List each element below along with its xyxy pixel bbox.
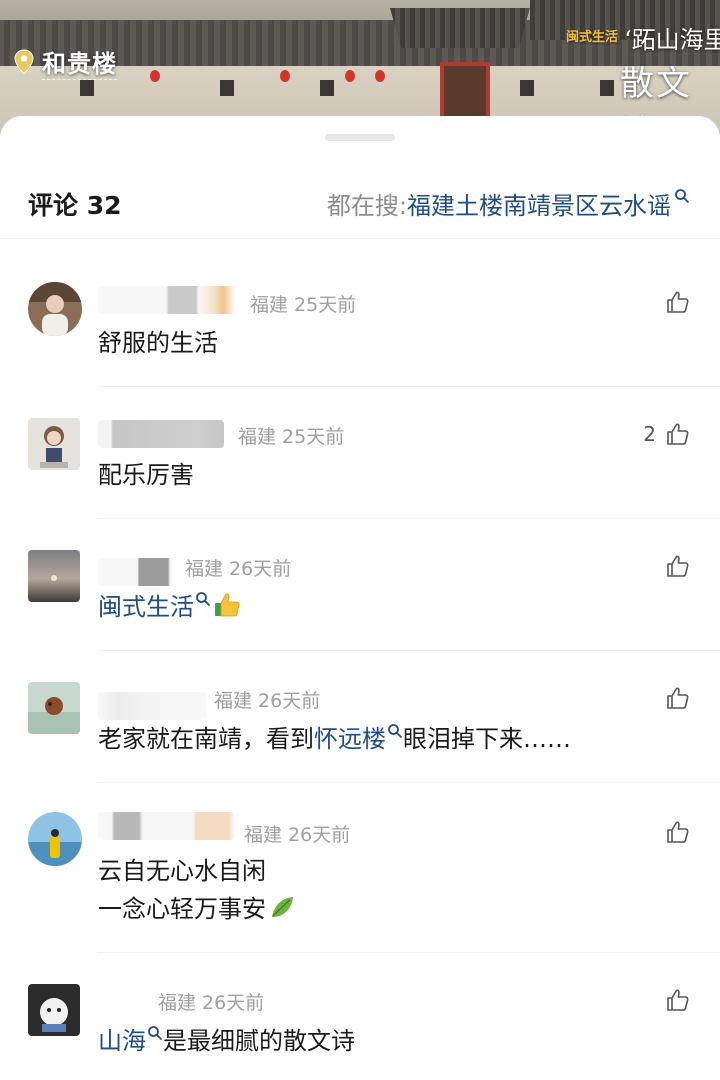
like-count: 2 bbox=[643, 422, 656, 446]
search-icon bbox=[388, 724, 402, 738]
thumbs-up-emoji bbox=[215, 593, 240, 617]
avatar[interactable] bbox=[28, 418, 80, 470]
username-blurred[interactable] bbox=[98, 692, 206, 720]
comment-header: 评论 32 都在搜: 福建土楼南靖景区云水谣 bbox=[0, 172, 720, 238]
username-blurred[interactable] bbox=[98, 420, 224, 448]
roof-shape bbox=[390, 8, 530, 48]
pin-icon bbox=[14, 49, 34, 75]
search-icon bbox=[196, 592, 210, 606]
comment-content: 一念心轻万事安 bbox=[98, 890, 296, 928]
comment-separator bbox=[98, 386, 720, 387]
username-blurred[interactable] bbox=[98, 812, 234, 840]
doorway bbox=[440, 62, 490, 122]
comment-text: 是最细腻的散文诗 bbox=[163, 1027, 355, 1055]
comment-separator bbox=[98, 518, 720, 519]
lantern bbox=[375, 70, 385, 82]
lantern bbox=[280, 70, 290, 82]
drag-handle[interactable] bbox=[325, 134, 395, 141]
like-button[interactable] bbox=[666, 820, 690, 844]
comment-meta: 福建 26天前 bbox=[158, 992, 265, 1014]
thumbs-up-icon bbox=[667, 821, 689, 843]
comment-text: 眼泪掉下来…… bbox=[403, 725, 571, 753]
window bbox=[80, 80, 94, 96]
comment-text: 老家就在南靖，看到 bbox=[98, 725, 314, 753]
lantern bbox=[345, 70, 355, 82]
username-blurred[interactable] bbox=[98, 286, 234, 314]
location-tag-label: 和贵楼 bbox=[42, 44, 117, 80]
leaf-emoji bbox=[272, 897, 293, 917]
avatar[interactable] bbox=[28, 550, 80, 602]
username-blurred[interactable] bbox=[98, 558, 174, 586]
comment-meta: 福建 25天前 bbox=[250, 294, 357, 316]
avatar-image bbox=[28, 682, 80, 734]
window bbox=[520, 80, 534, 96]
comment-text-line2: 一念心轻万事安 bbox=[98, 895, 266, 923]
header-divider bbox=[0, 238, 720, 239]
comment-content: 山海 是最细腻的散文诗 bbox=[98, 1022, 355, 1060]
comment-search-link[interactable]: 山海 bbox=[98, 1027, 146, 1055]
thumbs-up-icon bbox=[667, 989, 689, 1011]
thumbs-up-icon bbox=[667, 423, 689, 445]
search-icon bbox=[675, 188, 689, 203]
comment-separator bbox=[98, 782, 720, 783]
comment-meta: 福建 26天前 bbox=[185, 558, 292, 580]
window bbox=[600, 80, 614, 96]
search-icon bbox=[148, 1026, 162, 1040]
comment-search-link[interactable]: 闽式生活 bbox=[98, 593, 194, 621]
comment-meta: 福建 26天前 bbox=[214, 690, 321, 712]
avatar-image bbox=[28, 550, 80, 602]
comment-search-link[interactable]: 怀远楼 bbox=[314, 725, 386, 753]
thumbs-up-icon bbox=[667, 687, 689, 709]
video-title-line1: ‘跖山海里 bbox=[624, 26, 720, 54]
avatar-image bbox=[28, 418, 80, 470]
comment-text: 舒服的生活 bbox=[98, 329, 218, 357]
comment-count: 评论 32 bbox=[28, 191, 122, 220]
thumbs-up-icon bbox=[667, 291, 689, 313]
comment-text: 配乐厉害 bbox=[98, 461, 194, 489]
window bbox=[320, 80, 334, 96]
like-button[interactable] bbox=[656, 290, 690, 314]
avatar-image bbox=[28, 984, 80, 1036]
comment-content: 闽式生活 bbox=[98, 588, 241, 626]
comment-separator bbox=[98, 650, 720, 651]
trending-search-term[interactable]: 福建土楼南靖景区云水谣 bbox=[407, 186, 671, 221]
lantern bbox=[150, 70, 160, 82]
avatar[interactable] bbox=[28, 984, 80, 1036]
comment-content: 老家就在南靖，看到怀远楼 眼泪掉下来…… bbox=[98, 720, 571, 758]
trending-search[interactable]: 都在搜: 福建土楼南靖景区云水谣 bbox=[327, 186, 690, 221]
like-button[interactable] bbox=[666, 988, 690, 1012]
like-button[interactable] bbox=[666, 554, 690, 578]
trending-search-prefix: 都在搜: bbox=[326, 192, 407, 220]
like-button[interactable]: 2 bbox=[643, 422, 690, 446]
comment-text-line1: 云自无心水自闲 bbox=[98, 857, 266, 885]
comment-meta: 福建 25天前 bbox=[238, 426, 345, 448]
brand-watermark: 闽式生活 bbox=[566, 30, 619, 45]
window bbox=[220, 80, 234, 96]
avatar[interactable] bbox=[28, 812, 82, 866]
comment-meta: 福建 26天前 bbox=[244, 824, 351, 846]
avatar[interactable] bbox=[28, 682, 80, 734]
thumbs-up-icon bbox=[667, 555, 689, 577]
avatar-image bbox=[28, 812, 82, 866]
location-tag[interactable]: 和贵楼 bbox=[14, 44, 117, 80]
avatar[interactable] bbox=[28, 282, 82, 336]
comment-separator bbox=[98, 952, 720, 953]
like-button[interactable] bbox=[666, 686, 690, 710]
avatar-image bbox=[28, 282, 82, 336]
